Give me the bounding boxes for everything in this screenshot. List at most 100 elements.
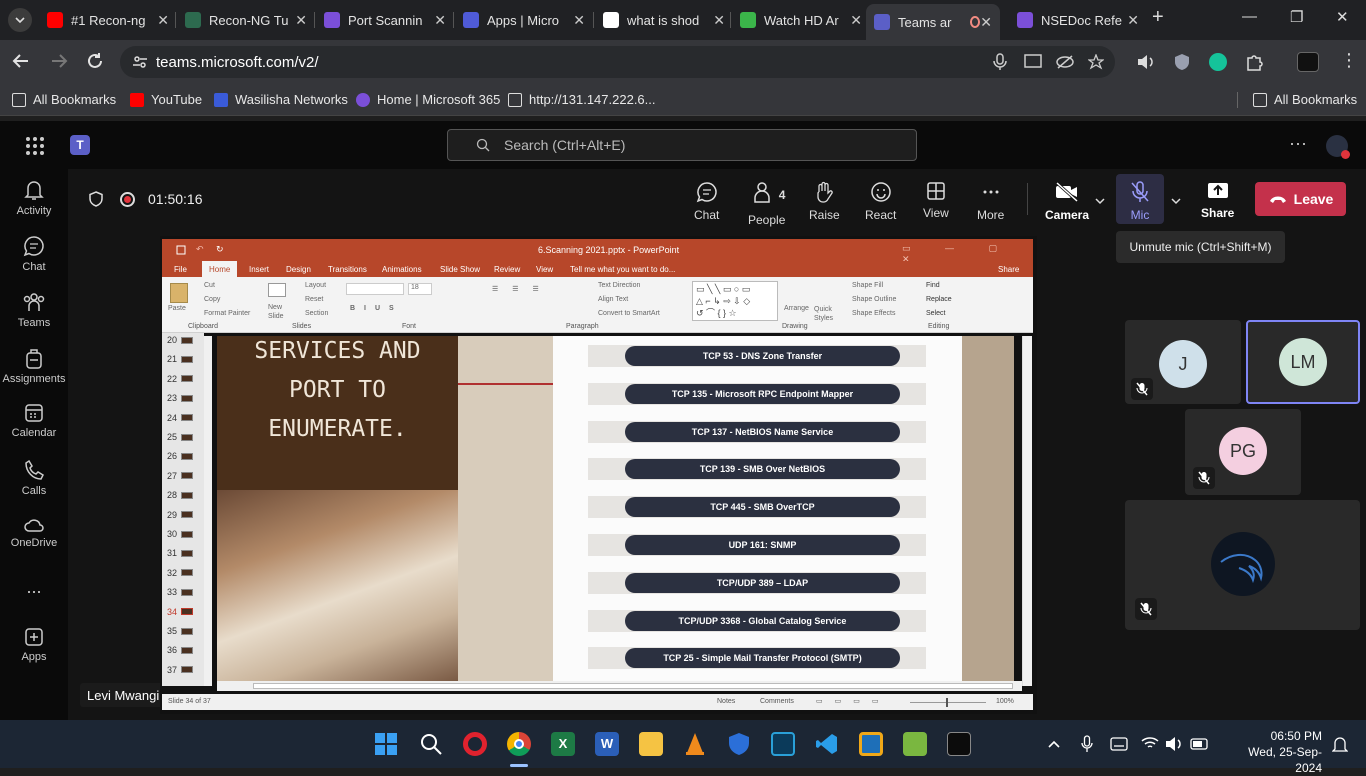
ppt-tab-insert[interactable]: Insert: [249, 265, 269, 274]
chevron-up-icon[interactable]: [1048, 739, 1060, 749]
wifi-icon[interactable]: [1141, 736, 1159, 750]
reload-button[interactable]: [86, 52, 104, 70]
select-button[interactable]: Select: [926, 310, 945, 317]
back-button[interactable]: [12, 52, 30, 70]
align-text-button[interactable]: Align Text: [598, 296, 628, 303]
terminal-icon[interactable]: [947, 732, 971, 756]
search-input[interactable]: Search (Ctrl+Alt+E): [447, 129, 917, 161]
slide-thumbnail[interactable]: 36: [164, 644, 193, 656]
microphone-icon[interactable]: [992, 53, 1008, 71]
browser-tab[interactable]: Recon-NG Tu ✕: [185, 6, 307, 34]
clock[interactable]: 06:50 PM Wed, 25-Sep-2024: [1222, 728, 1322, 776]
slide-thumbnail[interactable]: 37: [164, 664, 193, 676]
paragraph-buttons[interactable]: ☰ ☰ ☰: [492, 285, 545, 293]
copy-button[interactable]: Copy: [204, 296, 220, 303]
close-tab-icon[interactable]: ✕: [573, 12, 585, 29]
word-icon[interactable]: W: [595, 732, 619, 756]
new-tab-button[interactable]: +: [1152, 6, 1164, 29]
slide-thumbnail[interactable]: 23: [164, 392, 193, 404]
view-button[interactable]: View: [923, 181, 949, 220]
remote-app-icon[interactable]: [771, 732, 795, 756]
paste-label[interactable]: Paste: [168, 305, 186, 312]
close-tab-icon[interactable]: ✕: [980, 14, 992, 31]
slide-thumbnail[interactable]: 31: [164, 547, 193, 559]
eye-off-icon[interactable]: [1056, 54, 1074, 70]
ppt-tab-transitions[interactable]: Transitions: [328, 265, 367, 274]
slide-thumbnail[interactable]: 35: [164, 625, 193, 637]
cut-button[interactable]: Cut: [204, 282, 215, 289]
notes-button[interactable]: Notes: [717, 698, 735, 705]
shapes-gallery[interactable]: ▭ ╲ ╲ ▭ ○ ▭ △ ⌐ ↳ ⇨ ⇩ ◇ ↺ ⌒ { } ☆: [692, 281, 778, 321]
slide-thumbnail[interactable]: 21: [164, 353, 193, 365]
rail-calls[interactable]: Calls: [0, 459, 68, 497]
close-window-button[interactable]: ✕: [1336, 8, 1349, 26]
menu-kebab-icon[interactable]: ⋮: [1340, 50, 1358, 71]
shield-extension-icon[interactable]: [1174, 53, 1190, 71]
taskbar-search-button[interactable]: [419, 732, 443, 756]
speaker-icon[interactable]: [1165, 736, 1183, 752]
close-tab-icon[interactable]: ✕: [713, 12, 725, 29]
tab-search-button[interactable]: [8, 8, 32, 32]
comments-button[interactable]: Comments: [760, 698, 794, 705]
bookmark-all[interactable]: All Bookmarks: [12, 92, 116, 107]
slide-thumbnail[interactable]: 30: [164, 528, 193, 540]
rail-calendar[interactable]: Calendar: [0, 403, 68, 439]
chat-button[interactable]: Chat: [694, 181, 719, 222]
replace-button[interactable]: Replace: [926, 296, 952, 303]
paste-icon[interactable]: [170, 283, 188, 303]
close-tab-icon[interactable]: ✕: [1127, 12, 1139, 29]
notification-bell-icon[interactable]: [1332, 736, 1348, 754]
rail-assignments[interactable]: Assignments: [0, 347, 68, 385]
text-direction-button[interactable]: Text Direction: [598, 282, 640, 289]
slide-thumbnail[interactable]: 26: [164, 450, 193, 462]
participant-tile-lm[interactable]: LM: [1246, 320, 1360, 404]
star-icon[interactable]: [1088, 54, 1104, 70]
shield-icon[interactable]: [89, 191, 103, 207]
browser-tab[interactable]: NSEDoc Refe ✕: [1017, 6, 1139, 34]
slide-thumbnail[interactable]: 25: [164, 431, 193, 443]
bookmark-m365[interactable]: Home | Microsoft 365: [356, 92, 500, 107]
minimize-button[interactable]: —: [1242, 8, 1257, 25]
volume-icon[interactable]: [1137, 54, 1155, 70]
view-buttons[interactable]: ▭▭▭▭: [816, 697, 890, 705]
share-button[interactable]: Share: [1201, 181, 1234, 220]
app-icon-orange-blue[interactable]: [859, 732, 883, 756]
browser-tab[interactable]: Port Scannin ✕: [324, 6, 446, 34]
defender-icon[interactable]: [727, 732, 751, 756]
slide-thumbnail[interactable]: 24: [164, 412, 193, 424]
slide-thumbnail[interactable]: 29: [164, 509, 193, 521]
format-painter-button[interactable]: Format Painter: [204, 310, 250, 317]
battery-icon[interactable]: [1190, 737, 1210, 751]
ppt-tab-animations[interactable]: Animations: [382, 265, 422, 274]
close-tab-icon[interactable]: ✕: [850, 12, 862, 29]
vlc-icon[interactable]: [683, 732, 707, 756]
section-button[interactable]: Section: [305, 310, 328, 317]
zoom-level[interactable]: 100%: [996, 698, 1014, 705]
quick-styles-button[interactable]: Quick Styles: [814, 305, 840, 323]
keyboard-icon[interactable]: [1110, 737, 1128, 751]
leave-button[interactable]: Leave: [1255, 182, 1346, 216]
browser-tab[interactable]: Watch HD Ar ✕: [740, 6, 862, 34]
slide-horizontal-scrollbar[interactable]: [217, 681, 1022, 691]
notepad-plus-icon[interactable]: [903, 732, 927, 756]
slide-thumbnail[interactable]: 32: [164, 567, 193, 579]
zoom-slider[interactable]: [910, 698, 986, 707]
react-button[interactable]: React: [865, 181, 896, 222]
ppt-tell-me[interactable]: Tell me what you want to do...: [570, 265, 675, 274]
opera-icon[interactable]: [463, 732, 487, 756]
undo-icon[interactable]: ↶: [196, 244, 204, 255]
browser-tab[interactable]: #1 Recon-ng ✕: [47, 6, 169, 34]
profile-avatar[interactable]: [1297, 52, 1319, 72]
ppt-tab-home[interactable]: Home: [202, 261, 238, 277]
ppt-tab-file[interactable]: File: [174, 265, 187, 274]
rail-apps[interactable]: Apps: [0, 627, 68, 663]
browser-tab[interactable]: Apps | Micro ✕: [463, 6, 585, 34]
camera-options-chevron-icon[interactable]: [1095, 197, 1105, 205]
reset-button[interactable]: Reset: [305, 296, 323, 303]
browser-tab[interactable]: what is shod ✕: [603, 6, 725, 34]
site-info-icon[interactable]: [132, 54, 148, 70]
save-icon[interactable]: [176, 245, 186, 255]
arrange-button[interactable]: Arrange: [784, 305, 809, 312]
ppt-share-button[interactable]: Share: [998, 265, 1019, 274]
shape-outline-button[interactable]: Shape Outline: [852, 296, 896, 303]
